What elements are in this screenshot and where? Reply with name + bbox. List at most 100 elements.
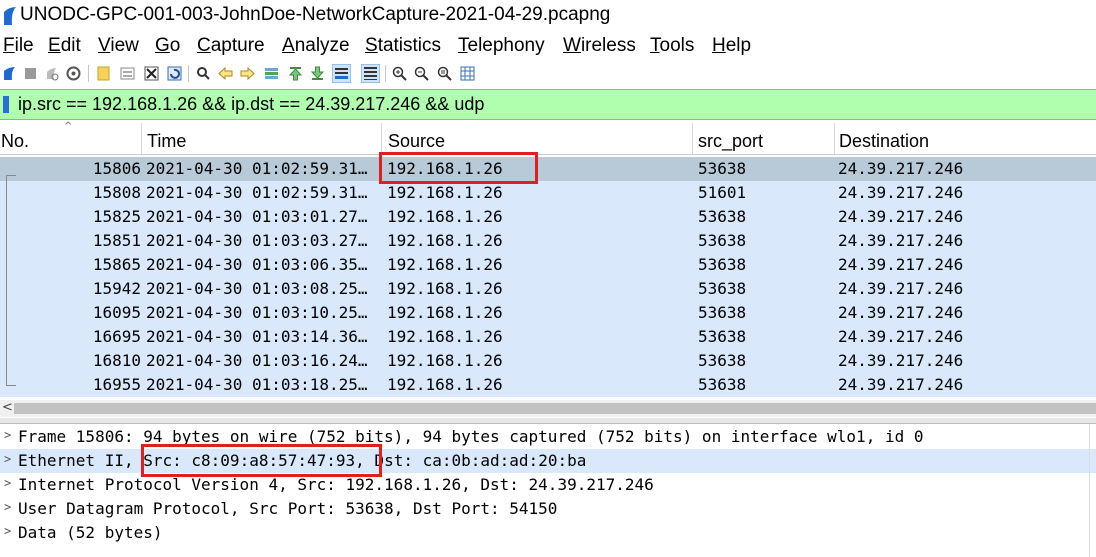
- packet-src-port: 53638: [698, 303, 747, 322]
- menu-analyze[interactable]: Analyze: [282, 35, 350, 57]
- menu-capture[interactable]: Capture: [197, 35, 265, 57]
- display-filter-bar[interactable]: ip.src == 192.168.1.26 && ip.dst == 24.3…: [0, 89, 1096, 120]
- go-to-packet-icon[interactable]: [264, 66, 279, 81]
- packet-time: 2021-04-30 01:03:10.25…: [146, 303, 368, 322]
- toolbar-separator: [88, 65, 89, 82]
- column-header-destination[interactable]: Destination: [839, 131, 929, 152]
- packet-destination: 24.39.217.246: [838, 207, 964, 226]
- packet-list[interactable]: 15806 2021-04-30 01:02:59.31… 192.168.1.…: [0, 152, 1096, 397]
- start-capture-icon[interactable]: [2, 66, 17, 81]
- packet-row[interactable]: 15851 2021-04-30 01:03:03.27… 192.168.1.…: [0, 229, 1096, 253]
- ethernet-prefix: Ethernet II,: [18, 451, 144, 470]
- detail-row-ethernet[interactable]: > Ethernet II, Src: c8:09:a8:57:47:93, D…: [0, 449, 1096, 473]
- packet-destination: 24.39.217.246: [838, 159, 964, 178]
- auto-scroll-icon[interactable]: [332, 64, 351, 83]
- zoom-normal-icon[interactable]: [437, 66, 452, 81]
- packet-row[interactable]: 16695 2021-04-30 01:03:14.36… 192.168.1.…: [0, 325, 1096, 349]
- column-header-time[interactable]: Time: [147, 131, 186, 152]
- resize-columns-icon[interactable]: [460, 66, 475, 81]
- menu-file[interactable]: File: [3, 35, 34, 57]
- detail-row-data[interactable]: > Data (52 bytes): [0, 521, 1096, 545]
- go-forward-icon[interactable]: [240, 66, 255, 81]
- packet-source: 192.168.1.26: [387, 375, 503, 394]
- reload-file-icon[interactable]: [167, 66, 182, 81]
- find-packet-icon[interactable]: [196, 66, 211, 81]
- related-packets-bracket: [6, 385, 16, 386]
- save-file-icon[interactable]: [120, 66, 135, 81]
- menu-help[interactable]: Help: [712, 35, 751, 57]
- menu-statistics[interactable]: Statistics: [365, 35, 441, 57]
- go-back-icon[interactable]: [218, 66, 233, 81]
- expand-arrow-icon[interactable]: >: [4, 476, 11, 490]
- open-file-icon[interactable]: [96, 66, 111, 81]
- related-packets-bracket: [6, 175, 7, 385]
- display-filter-input[interactable]: ip.src == 192.168.1.26 && ip.dst == 24.3…: [18, 94, 484, 115]
- detail-row-ipv4[interactable]: > Internet Protocol Version 4, Src: 192.…: [0, 473, 1096, 497]
- column-divider[interactable]: [141, 123, 142, 154]
- scroll-left-icon[interactable]: <: [2, 400, 13, 415]
- column-divider[interactable]: [692, 123, 693, 154]
- packet-source: 192.168.1.26: [387, 351, 503, 370]
- packet-list-header: ^ No. Time Source src_port Destination: [0, 121, 1096, 155]
- packet-row[interactable]: 15808 2021-04-30 01:02:59.31… 192.168.1.…: [0, 181, 1096, 205]
- detail-row-frame[interactable]: > Frame 15806: 94 bytes on wire (752 bit…: [0, 425, 1096, 449]
- packet-row[interactable]: 16955 2021-04-30 01:03:18.25… 192.168.1.…: [0, 373, 1096, 397]
- packet-no: 16810: [92, 351, 141, 370]
- go-first-icon[interactable]: [288, 66, 303, 81]
- packet-src-port: 53638: [698, 351, 747, 370]
- wireshark-fin-icon: [4, 7, 16, 25]
- menu-wireless[interactable]: Wireless: [563, 35, 636, 57]
- packet-src-port: 51601: [698, 183, 747, 202]
- capture-options-icon[interactable]: [66, 66, 81, 81]
- packet-row-selected[interactable]: 15806 2021-04-30 01:02:59.31… 192.168.1.…: [0, 157, 1096, 181]
- filter-bookmark-icon[interactable]: [3, 96, 9, 113]
- stop-capture-icon[interactable]: [23, 66, 38, 81]
- packet-source: 192.168.1.26: [387, 231, 503, 250]
- packet-time: 2021-04-30 01:03:18.25…: [146, 375, 368, 394]
- expand-arrow-icon[interactable]: >: [4, 524, 11, 538]
- packet-details-pane[interactable]: > Frame 15806: 94 bytes on wire (752 bit…: [0, 424, 1096, 557]
- detail-text: Internet Protocol Version 4, Src: 192.16…: [18, 475, 654, 494]
- menu-telephony[interactable]: Telephony: [458, 35, 545, 57]
- expand-arrow-icon[interactable]: >: [4, 428, 11, 442]
- packet-list-hscrollbar[interactable]: <: [0, 400, 1096, 417]
- menu-edit[interactable]: Edit: [48, 35, 81, 57]
- toolbar-separator: [385, 65, 386, 82]
- column-divider[interactable]: [381, 123, 382, 154]
- menu-go[interactable]: Go: [155, 35, 180, 57]
- expand-arrow-icon[interactable]: >: [4, 452, 11, 466]
- title-bar: UNODC-GPC-001-003-JohnDoe-NetworkCapture…: [0, 0, 1096, 32]
- packet-time: 2021-04-30 01:03:08.25…: [146, 279, 368, 298]
- close-file-icon[interactable]: [144, 66, 159, 81]
- packet-destination: 24.39.217.246: [838, 255, 964, 274]
- menu-view[interactable]: View: [98, 35, 139, 57]
- hscroll-thumb[interactable]: [14, 403, 1096, 414]
- menu-bar: File Edit View Go Capture Analyze Statis…: [0, 33, 1096, 61]
- colorize-icon[interactable]: [361, 64, 380, 83]
- packet-src-port: 53638: [698, 207, 747, 226]
- column-header-no[interactable]: No.: [1, 131, 29, 152]
- detail-row-udp[interactable]: > User Datagram Protocol, Src Port: 5363…: [0, 497, 1096, 521]
- packet-time: 2021-04-30 01:03:16.24…: [146, 351, 368, 370]
- packet-row[interactable]: 16810 2021-04-30 01:03:16.24… 192.168.1.…: [0, 349, 1096, 373]
- go-last-icon[interactable]: [310, 66, 325, 81]
- packet-row[interactable]: 16095 2021-04-30 01:03:10.25… 192.168.1.…: [0, 301, 1096, 325]
- column-header-source[interactable]: Source: [388, 131, 445, 152]
- packet-time: 2021-04-30 01:02:59.31…: [146, 183, 368, 202]
- packet-time: 2021-04-30 01:03:06.35…: [146, 255, 368, 274]
- expand-arrow-icon[interactable]: >: [4, 500, 11, 514]
- packet-src-port: 53638: [698, 327, 747, 346]
- zoom-in-icon[interactable]: [392, 66, 407, 81]
- packet-row[interactable]: 15825 2021-04-30 01:03:01.27… 192.168.1.…: [0, 205, 1096, 229]
- column-divider[interactable]: [834, 123, 835, 154]
- packet-row[interactable]: 15942 2021-04-30 01:03:08.25… 192.168.1.…: [0, 277, 1096, 301]
- packet-destination: 24.39.217.246: [838, 303, 964, 322]
- column-header-src-port[interactable]: src_port: [698, 131, 763, 152]
- detail-text: Ethernet II, Src: c8:09:a8:57:47:93, Dst…: [18, 451, 586, 470]
- packet-row[interactable]: 15865 2021-04-30 01:03:06.35… 192.168.1.…: [0, 253, 1096, 277]
- packet-src-port: 53638: [698, 279, 747, 298]
- packet-destination: 24.39.217.246: [838, 183, 964, 202]
- zoom-out-icon[interactable]: [414, 66, 429, 81]
- restart-capture-icon[interactable]: [44, 66, 59, 81]
- menu-tools[interactable]: Tools: [650, 35, 694, 57]
